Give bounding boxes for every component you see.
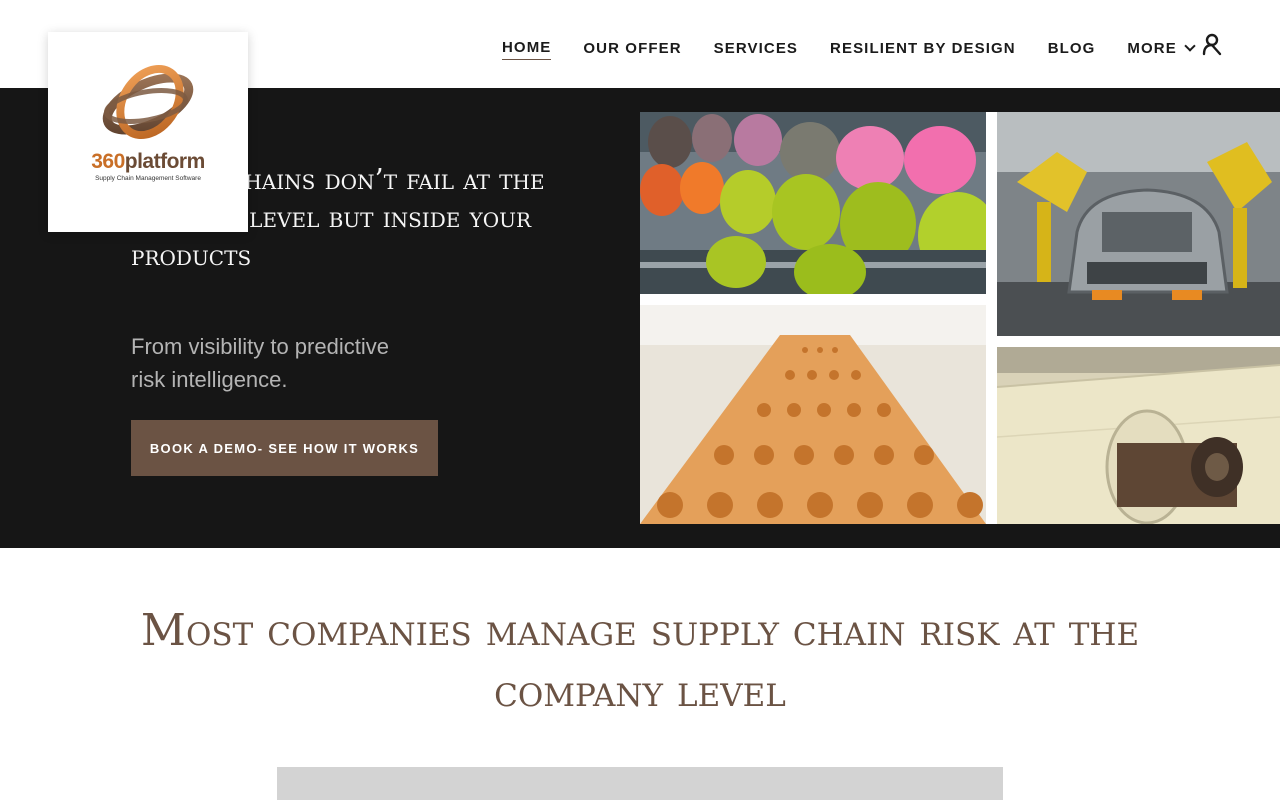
- account-button[interactable]: [1198, 30, 1226, 58]
- nav-home[interactable]: HOME: [502, 36, 552, 60]
- nav-services[interactable]: SERVICES: [714, 36, 798, 60]
- chevron-down-icon: [1184, 39, 1196, 52]
- hero-subtitle: From visibility to predictive risk intel…: [131, 334, 389, 392]
- textile-yarn-image: [640, 112, 986, 294]
- nav-blog[interactable]: BLOG: [1048, 36, 1096, 60]
- car-assembly-image: [997, 112, 1280, 336]
- nav-more-label: MORE: [1127, 39, 1177, 57]
- user-icon: [1202, 33, 1222, 56]
- paper-rolls-image: [997, 347, 1280, 524]
- logo-wordmark-number: 360: [91, 150, 125, 173]
- logo-wordmark: 360platform: [48, 150, 248, 174]
- section-title: Most companies manage supply chain risk …: [140, 605, 1140, 717]
- site-logo[interactable]: 360platform Supply Chain Management Soft…: [48, 32, 248, 232]
- nav-resilient-by-design[interactable]: RESILIENT BY DESIGN: [830, 36, 1016, 60]
- nav-more[interactable]: MORE: [1127, 36, 1196, 60]
- main-nav: HOME OUR OFFER SERVICES RESILIENT BY DES…: [502, 36, 1196, 60]
- logo-tagline: Supply Chain Management Software: [95, 175, 201, 182]
- book-demo-button[interactable]: BOOK A DEMO- SEE HOW IT WORKS: [131, 420, 438, 476]
- biscuit-production-image: [640, 305, 986, 524]
- logo-wordmark-text: platform: [124, 150, 206, 173]
- media-placeholder: [277, 767, 1003, 800]
- hero-image-collage: [640, 112, 1280, 524]
- logo-mark-icon: [102, 64, 194, 140]
- nav-our-offer[interactable]: OUR OFFER: [583, 36, 681, 60]
